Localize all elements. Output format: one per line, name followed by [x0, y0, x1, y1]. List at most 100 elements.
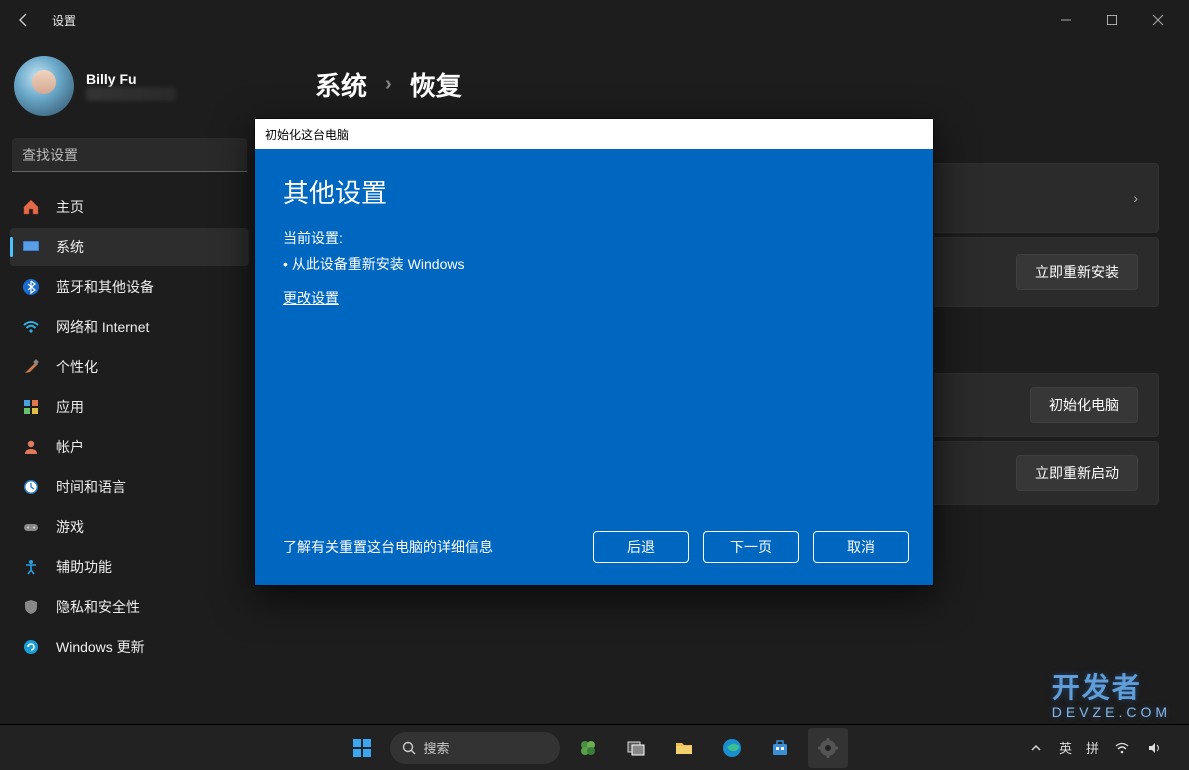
- taskbar-taskview[interactable]: [616, 728, 656, 768]
- nav-label: 网络和 Internet: [56, 317, 149, 337]
- taskbar-search-label: 搜索: [424, 738, 450, 757]
- accessibility-icon: [22, 558, 40, 576]
- system-icon: [22, 238, 40, 256]
- profile-email: [86, 87, 176, 101]
- wifi-icon: [22, 318, 40, 336]
- tray-overflow[interactable]: [1027, 739, 1045, 757]
- chevron-right-icon: ›: [385, 73, 392, 96]
- nav-accounts[interactable]: 帐户: [10, 428, 249, 466]
- nav-label: 蓝牙和其他设备: [56, 277, 154, 297]
- taskbar-edge[interactable]: [712, 728, 752, 768]
- nav-system[interactable]: 系统: [10, 228, 249, 266]
- back-button[interactable]: [8, 4, 40, 36]
- ime-language[interactable]: 英: [1059, 738, 1072, 757]
- search-wrap: [12, 138, 247, 172]
- titlebar: 设置: [0, 0, 1189, 40]
- profile-block[interactable]: Billy Fu: [10, 50, 249, 136]
- nav-gaming[interactable]: 游戏: [10, 508, 249, 546]
- nav-label: 游戏: [56, 517, 84, 537]
- breadcrumb: 系统 › 恢复: [315, 66, 1159, 103]
- home-icon: [22, 198, 40, 216]
- reset-dialog: 初始化这台电脑 其他设置 当前设置: 从此设备重新安装 Windows 更改设置…: [254, 118, 934, 586]
- minimize-button[interactable]: [1043, 4, 1089, 36]
- dialog-setting-item: 从此设备重新安装 Windows: [283, 254, 905, 274]
- avatar: [14, 56, 74, 116]
- apps-icon: [22, 398, 40, 416]
- maximize-button[interactable]: [1089, 4, 1135, 36]
- watermark-main: 开发者: [1052, 672, 1142, 703]
- dialog-window-title: 初始化这台电脑: [265, 126, 349, 143]
- taskbar: 搜索 英 拼: [0, 724, 1189, 770]
- back-button[interactable]: 后退: [593, 531, 689, 563]
- nav-label: 时间和语言: [56, 477, 126, 497]
- speaker-icon: [1146, 740, 1162, 756]
- brush-icon: [22, 358, 40, 376]
- watermark: 开发者 DEVZE.COM: [1052, 666, 1171, 720]
- dialog-body: 其他设置 当前设置: 从此设备重新安装 Windows 更改设置: [255, 149, 933, 517]
- nav-personalization[interactable]: 个性化: [10, 348, 249, 386]
- reset-button[interactable]: 初始化电脑: [1030, 387, 1138, 423]
- taskview-icon: [626, 738, 646, 758]
- dialog-titlebar: 初始化这台电脑: [255, 119, 933, 149]
- next-button[interactable]: 下一页: [703, 531, 799, 563]
- nav-apps[interactable]: 应用: [10, 388, 249, 426]
- maximize-icon: [1106, 14, 1118, 26]
- folder-icon: [673, 737, 695, 759]
- chevron-up-icon: [1030, 742, 1042, 754]
- minimize-icon: [1060, 14, 1072, 26]
- taskbar-store[interactable]: [760, 728, 800, 768]
- nav-network[interactable]: 网络和 Internet: [10, 308, 249, 346]
- nav: 主页 系统 蓝牙和其他设备 网络和 Internet 个性化: [10, 188, 249, 666]
- profile-name: Billy Fu: [86, 71, 176, 87]
- nav-label: 系统: [56, 237, 84, 257]
- update-icon: [22, 638, 40, 656]
- reinstall-button[interactable]: 立即重新安装: [1016, 254, 1138, 290]
- taskbar-pin-1[interactable]: [568, 728, 608, 768]
- breadcrumb-parent[interactable]: 系统: [315, 66, 367, 103]
- wifi-icon: [1114, 740, 1130, 756]
- nav-label: 个性化: [56, 357, 98, 377]
- close-icon: [1152, 14, 1164, 26]
- close-button[interactable]: [1135, 4, 1181, 36]
- nav-accessibility[interactable]: 辅助功能: [10, 548, 249, 586]
- store-icon: [769, 737, 791, 759]
- person-icon: [22, 438, 40, 456]
- nav-bluetooth[interactable]: 蓝牙和其他设备: [10, 268, 249, 306]
- restart-button[interactable]: 立即重新启动: [1016, 455, 1138, 491]
- clock-icon: [22, 478, 40, 496]
- dialog-heading: 其他设置: [283, 173, 905, 210]
- dialog-current-label: 当前设置:: [283, 228, 905, 248]
- nav-label: 隐私和安全性: [56, 597, 140, 617]
- nav-label: 帐户: [56, 437, 84, 457]
- gear-icon: [817, 737, 839, 759]
- window-controls: [1043, 4, 1181, 36]
- nav-label: 辅助功能: [56, 557, 112, 577]
- learn-more-link[interactable]: 了解有关重置这台电脑的详细信息: [283, 537, 493, 557]
- clover-icon: [577, 737, 599, 759]
- taskbar-search[interactable]: 搜索: [390, 732, 560, 764]
- dialog-settings-list: 从此设备重新安装 Windows: [283, 254, 905, 274]
- edge-icon: [721, 737, 743, 759]
- settings-window: 设置 Billy Fu: [0, 0, 1189, 770]
- watermark-sub: DEVZE.COM: [1052, 704, 1171, 720]
- taskbar-settings[interactable]: [808, 728, 848, 768]
- change-settings-link[interactable]: 更改设置: [283, 288, 905, 308]
- gamepad-icon: [22, 518, 40, 536]
- chevron-right-icon: ›: [1133, 190, 1138, 206]
- windows-icon: [351, 737, 373, 759]
- tray-network[interactable]: [1113, 739, 1131, 757]
- nav-label: 主页: [56, 197, 84, 217]
- tray-volume[interactable]: [1145, 739, 1163, 757]
- taskbar-center: 搜索: [342, 728, 848, 768]
- start-button[interactable]: [342, 728, 382, 768]
- search-icon: [402, 741, 416, 755]
- nav-privacy[interactable]: 隐私和安全性: [10, 588, 249, 626]
- taskbar-explorer[interactable]: [664, 728, 704, 768]
- search-input[interactable]: [12, 138, 247, 172]
- nav-home[interactable]: 主页: [10, 188, 249, 226]
- nav-update[interactable]: Windows 更新: [10, 628, 249, 666]
- ime-mode[interactable]: 拼: [1086, 738, 1099, 757]
- nav-time[interactable]: 时间和语言: [10, 468, 249, 506]
- cancel-button[interactable]: 取消: [813, 531, 909, 563]
- window-title: 设置: [52, 12, 76, 29]
